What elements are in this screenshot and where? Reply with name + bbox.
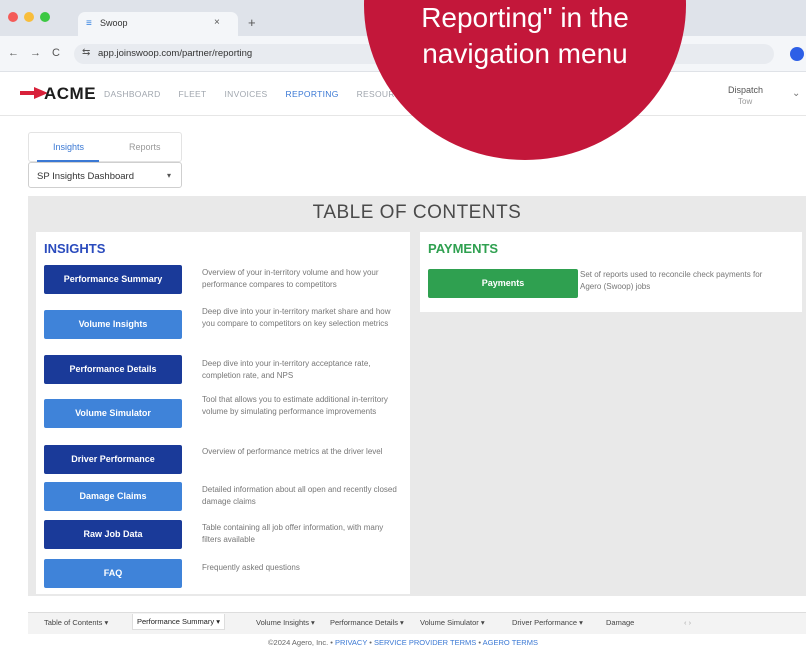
user-menu-subtitle: Tow [738,97,753,106]
damage-claims-desc: Detailed information about all open and … [202,485,397,506]
volume-insights-desc: Deep dive into your in-territory market … [202,307,391,328]
maximize-window-dot[interactable] [40,12,50,22]
driver-performance-button[interactable]: Driver Performance [44,445,182,474]
volume-simulator-button[interactable]: Volume Simulator [44,399,182,428]
profile-avatar[interactable] [790,47,804,61]
footer-separator: • [328,638,335,647]
chevron-down-icon[interactable]: ⌄ [792,88,800,99]
faq-button[interactable]: FAQ [44,559,182,588]
tab-insights[interactable]: Insights [53,142,84,152]
nav-dashboard[interactable]: DASHBOARD [104,89,161,99]
sheet-tab-damage[interactable]: Damage [606,618,634,627]
payments-panel: PAYMENTS Payments Set of reports used to… [420,232,802,312]
toc-title: TABLE OF CONTENTS [312,202,522,223]
minimize-window-dot[interactable] [24,12,34,22]
swoop-favicon-icon: ≡ [86,18,92,29]
dashboard-select-value: SP Insights Dashboard [37,171,134,182]
volume-simulator-desc: Tool that allows you to estimate additio… [202,395,388,416]
table-of-contents: TABLE OF CONTENTS INSIGHTS Performance S… [28,196,806,596]
footer-link-privacy[interactable]: PRIVACY [335,638,367,647]
page-footer: ©2024 Agero, Inc. • PRIVACY • SERVICE PR… [0,638,806,647]
report-tabs: Insights Reports [28,132,182,162]
sheet-tab-volume-insights[interactable]: Volume Insights ▾ [256,618,315,627]
payments-button[interactable]: Payments [428,269,578,298]
sheet-scroll-arrows-icon[interactable]: ‹ › [684,618,691,627]
footer-link-service-provider-terms[interactable]: SERVICE PROVIDER TERMS [374,638,476,647]
performance-summary-desc: Overview of your in-territory volume and… [202,268,379,289]
nav-reporting[interactable]: REPORTING [286,89,339,99]
sheet-tabs-bar: Table of Contents ▾ Performance Summary … [28,612,806,634]
insights-panel: INSIGHTS Performance Summary Overview of… [36,232,410,594]
nav-invoices[interactable]: INVOICES [225,89,268,99]
sheet-tab-table-of-contents[interactable]: Table of Contents ▾ [44,618,108,627]
driver-performance-desc: Overview of performance metrics at the d… [202,447,383,456]
callout-line-2: navigation menu [422,38,628,69]
tab-reports[interactable]: Reports [129,142,161,152]
sheet-tab-volume-simulator[interactable]: Volume Simulator ▾ [420,618,485,627]
footer-link-agero-terms[interactable]: AGERO TERMS [483,638,538,647]
close-window-dot[interactable] [8,12,18,22]
browser-tab-title: Swoop [100,18,128,28]
sheet-tab-driver-performance[interactable]: Driver Performance ▾ [512,618,583,627]
footer-copyright: ©2024 Agero, Inc. [268,638,329,647]
browser-tab[interactable]: ≡ Swoop × [78,12,238,36]
raw-job-data-desc: Table containing all job offer informati… [202,523,384,544]
sheet-tab-performance-details[interactable]: Performance Details ▾ [330,618,404,627]
tab-close-icon[interactable]: × [214,17,220,28]
payments-desc: Set of reports used to reconcile check p… [580,270,763,291]
nav-fleet[interactable]: FLEET [179,89,207,99]
payments-heading: PAYMENTS [428,241,499,256]
reload-icon[interactable]: C [52,47,60,59]
main-navigation: DASHBOARD FLEET INVOICES REPORTING RESOU… [104,89,401,99]
insights-heading: INSIGHTS [44,241,106,256]
faq-desc: Frequently asked questions [202,563,300,572]
performance-details-button[interactable]: Performance Details [44,355,182,384]
sheet-tab-performance-summary[interactable]: Performance Summary ▾ [132,614,225,630]
user-menu-name[interactable]: Dispatch [728,85,763,95]
callout-line-1: Reporting" in the [421,2,629,33]
raw-job-data-button[interactable]: Raw Job Data [44,520,182,549]
footer-separator: • [367,638,375,647]
damage-claims-button[interactable]: Damage Claims [44,482,182,511]
site-settings-icon[interactable]: ⇆ [82,47,90,58]
chevron-down-icon: ▾ [167,171,172,180]
acme-logo-text: ACME [44,84,97,103]
address-url: app.joinswoop.com/partner/reporting [98,48,253,59]
new-tab-icon[interactable]: + [248,15,256,30]
forward-icon[interactable]: → [30,47,41,59]
back-icon[interactable]: ← [8,47,19,59]
volume-insights-button[interactable]: Volume Insights [44,310,182,339]
dashboard-select[interactable]: SP Insights Dashboard ▾ [28,162,182,188]
window-controls [8,12,50,22]
performance-details-desc: Deep dive into your in-territory accepta… [202,359,371,380]
reporting-page: Insights Reports SP Insights Dashboard ▾… [0,116,806,650]
performance-summary-button[interactable]: Performance Summary [44,265,182,294]
